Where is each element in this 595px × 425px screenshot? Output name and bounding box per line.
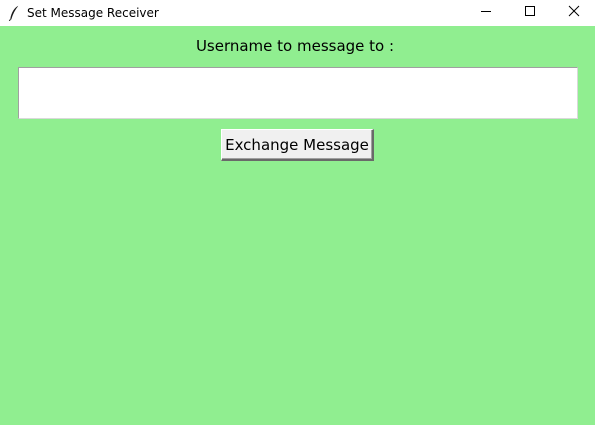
username-prompt-label: Username to message to :: [195, 37, 395, 55]
feather-icon: [8, 5, 20, 22]
minimize-icon: [480, 4, 492, 22]
minimize-button[interactable]: [463, 0, 509, 26]
form-panel: Username to message to : Exchange Messag…: [0, 27, 595, 425]
close-button[interactable]: [551, 0, 595, 26]
title-bar[interactable]: Set Message Receiver: [0, 0, 595, 26]
username-input[interactable]: [18, 67, 578, 119]
maximize-icon: [524, 4, 536, 22]
app-window: Set Message Receiver Username to message…: [0, 0, 595, 425]
window-title: Set Message Receiver: [27, 6, 159, 20]
maximize-button[interactable]: [507, 0, 553, 26]
exchange-message-button[interactable]: Exchange Message: [221, 129, 374, 161]
close-icon: [568, 4, 580, 22]
